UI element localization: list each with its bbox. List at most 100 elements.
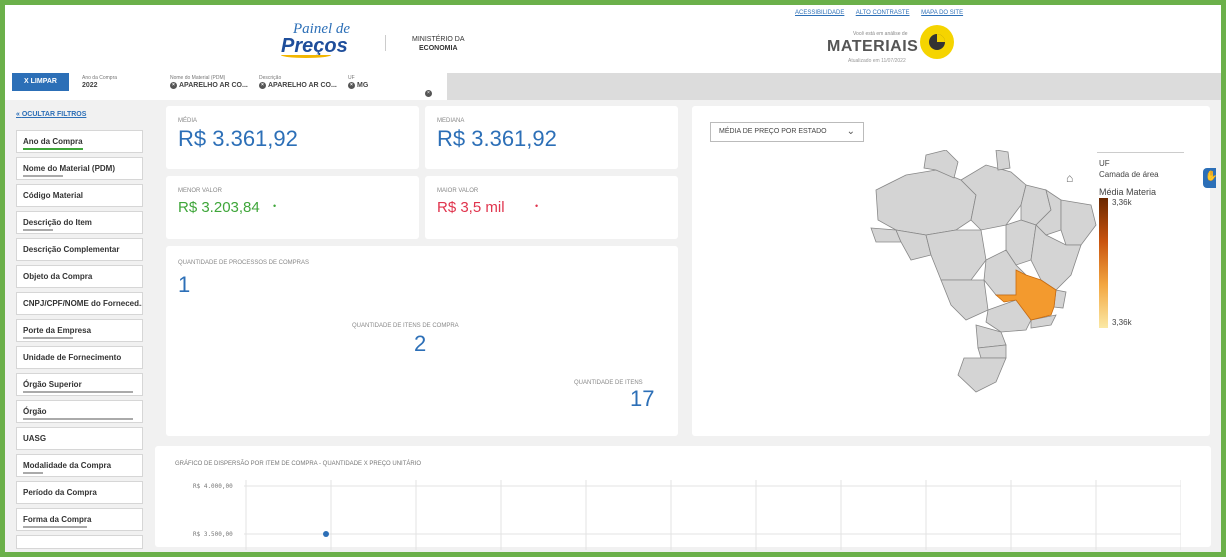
hide-filters-label: OCULTAR FILTROS (21, 111, 87, 118)
legend-divider (1097, 152, 1184, 153)
sidebar-item-label: Ano da Compra (23, 137, 83, 146)
filter-chip-ano: Ano da Compra 2022 (82, 75, 117, 90)
link-acessibilidade[interactable]: ACESSIBILIDADE (795, 10, 844, 16)
header: Painel de Preços MINISTÉRIO DA ECONOMIA … (5, 5, 1221, 73)
selection-indicator (23, 526, 87, 528)
kpi-value: 2 (414, 331, 427, 356)
sidebar-item-label: CNPJ/CPF/NOME do Forneced... (23, 299, 143, 308)
home-icon[interactable]: ⌂ (1066, 171, 1073, 185)
state-mt (925, 229, 987, 281)
filter-chip-value: MG (357, 82, 369, 89)
y-tick-label: R$ 3.500,00 (193, 531, 233, 538)
ministry-line2: ECONOMIA (419, 45, 458, 52)
sidebar-item-modalidade[interactable]: Modalidade da Compra (16, 454, 143, 477)
selection-indicator (23, 229, 53, 231)
sidebar-item-descricao-item[interactable]: Descrição do Item (16, 211, 143, 234)
close-icon[interactable]: × (259, 81, 266, 89)
sidebar-item-objeto-compra[interactable]: Objeto da Compra (16, 265, 143, 288)
state-ms (940, 279, 989, 321)
sidebar-item-forma[interactable]: Forma da Compra (16, 508, 143, 531)
brazil-map[interactable] (866, 150, 1098, 395)
sidebar-item-porte-empresa[interactable]: Porte da Empresa (16, 319, 143, 342)
state-rs (957, 357, 1007, 393)
sidebar-item-nome-material[interactable]: Nome do Material (PDM) (16, 157, 143, 180)
sidebar-item-label: Órgão (23, 407, 47, 416)
sidebar-item-label: Descrição Complementar (23, 245, 120, 254)
filter-chip-value: APARELHO AR CO... (268, 82, 337, 89)
kpi-card-mediana: MEDIANA R$ 3.361,92 (425, 106, 678, 169)
selection-indicator (23, 337, 73, 339)
sidebar-item-codigo-material[interactable]: Código Material (16, 184, 143, 207)
close-icon[interactable]: × (170, 81, 177, 89)
kpi-value: R$ 3.361,92 (178, 126, 298, 151)
clear-filters-button[interactable]: X LIMPAR (12, 73, 69, 91)
sidebar-item-label: Forma da Compra (23, 515, 92, 524)
info-icon[interactable]: • (535, 201, 538, 211)
dropdown-selected: MÉDIA DE PREÇO POR ESTADO (719, 128, 827, 135)
sidebar-item-orgao-superior[interactable]: Órgão Superior (16, 373, 143, 396)
kpi-label: MEDIANA (437, 118, 465, 124)
kpi-card-maior-valor: MAIOR VALOR R$ 3,5 mil • (425, 176, 678, 239)
kpi-card-media: MÉDIA R$ 3.361,92 (166, 106, 419, 169)
legend-color-ramp (1099, 198, 1108, 328)
selection-indicator (23, 175, 63, 177)
sidebar-item-label: Objeto da Compra (23, 272, 93, 281)
analysis-title: MATERIAIS (827, 38, 919, 55)
sidebar-item-label: Porte da Empresa (23, 326, 92, 335)
map-metric-dropdown[interactable]: MÉDIA DE PREÇO POR ESTADO ⌄ (710, 122, 864, 142)
sidebar-item-orgao[interactable]: Órgão (16, 400, 143, 423)
sidebar-item-label: Nome do Material (PDM) (23, 164, 116, 173)
materials-icon[interactable] (920, 25, 954, 59)
kpi-label: QUANTIDADE DE PROCESSOS DE COMPRAS (178, 260, 310, 266)
sidebar-item-more[interactable] (16, 535, 143, 549)
kpi-label: MÉDIA (178, 118, 198, 124)
selection-indicator (23, 418, 133, 420)
accessibility-widget-tab[interactable]: ✋ (1203, 168, 1218, 188)
y-tick-label: R$ 4.000,00 (193, 483, 233, 490)
kpi-label: MAIOR VALOR (437, 188, 479, 194)
info-icon[interactable]: • (273, 201, 276, 211)
header-divider (385, 35, 386, 51)
selection-indicator (23, 148, 83, 150)
sidebar-item-periodo[interactable]: Período da Compra (16, 481, 143, 504)
selection-indicator (23, 472, 43, 474)
sidebar-item-ano-da-compra[interactable]: Ano da Compra (16, 130, 143, 153)
link-mapa-do-site[interactable]: MAPA DO SITE (921, 10, 963, 16)
chevron-down-icon: ⌄ (846, 126, 855, 137)
filter-chip-value: APARELHO AR CO... (179, 82, 248, 89)
legend-uf: UF (1099, 159, 1110, 168)
sidebar-item-uasg[interactable]: UASG (16, 427, 143, 450)
clear-all-icon[interactable]: × (425, 90, 432, 98)
state-ap (995, 150, 1011, 171)
scatter-plot[interactable] (244, 480, 1181, 550)
sidebar-item-descricao-complementar[interactable]: Descrição Complementar (16, 238, 143, 261)
close-icon[interactable]: × (348, 81, 355, 89)
sidebar-item-label: Órgão Superior (23, 380, 82, 389)
filter-chip-uf: UF × MG (348, 75, 368, 90)
scatter-title: GRÁFICO DE DISPERSÃO POR ITEM DE COMPRA … (175, 461, 422, 467)
kpi-value: 17 (630, 386, 655, 411)
kpi-value: R$ 3,5 mil (437, 199, 505, 216)
painel-de-precos-logo[interactable]: Painel de Preços (281, 21, 361, 61)
scatter-point[interactable] (323, 531, 329, 537)
sidebar-item-label: Período da Compra (23, 488, 97, 497)
updated-date: Atualizado em 11/07/2022 (848, 58, 906, 64)
hide-filters-link[interactable]: « OCULTAR FILTROS (16, 111, 86, 118)
sidebar-item-cnpj-fornecedor[interactable]: CNPJ/CPF/NOME do Forneced... (16, 292, 143, 315)
kpi-label: QUANTIDADE DE ITENS DE COMPRA (352, 323, 459, 329)
sidebar-item-label: Modalidade da Compra (23, 461, 112, 470)
kpi-label: MENOR VALOR (178, 188, 222, 194)
link-alto-contraste[interactable]: ALTO CONTRASTE (856, 10, 910, 16)
hand-icon: ✋ (1205, 171, 1218, 182)
sidebar-item-label: UASG (23, 434, 47, 443)
legend-max: 3,36k (1112, 198, 1132, 207)
filter-chip-value: 2022 (82, 82, 98, 89)
legend-metric: Média Materia (1099, 187, 1157, 197)
logo-swoosh (281, 52, 331, 58)
analysis-label: Você está em análise de (853, 31, 908, 37)
sidebar-item-unidade-fornecimento[interactable]: Unidade de Fornecimento (16, 346, 143, 369)
kpi-value: R$ 3.361,92 (437, 126, 557, 151)
kpi-value: R$ 3.203,84 (178, 199, 260, 216)
filter-chip-descricao: Descrição × APARELHO AR CO... (259, 75, 337, 90)
selection-indicator (23, 391, 133, 393)
